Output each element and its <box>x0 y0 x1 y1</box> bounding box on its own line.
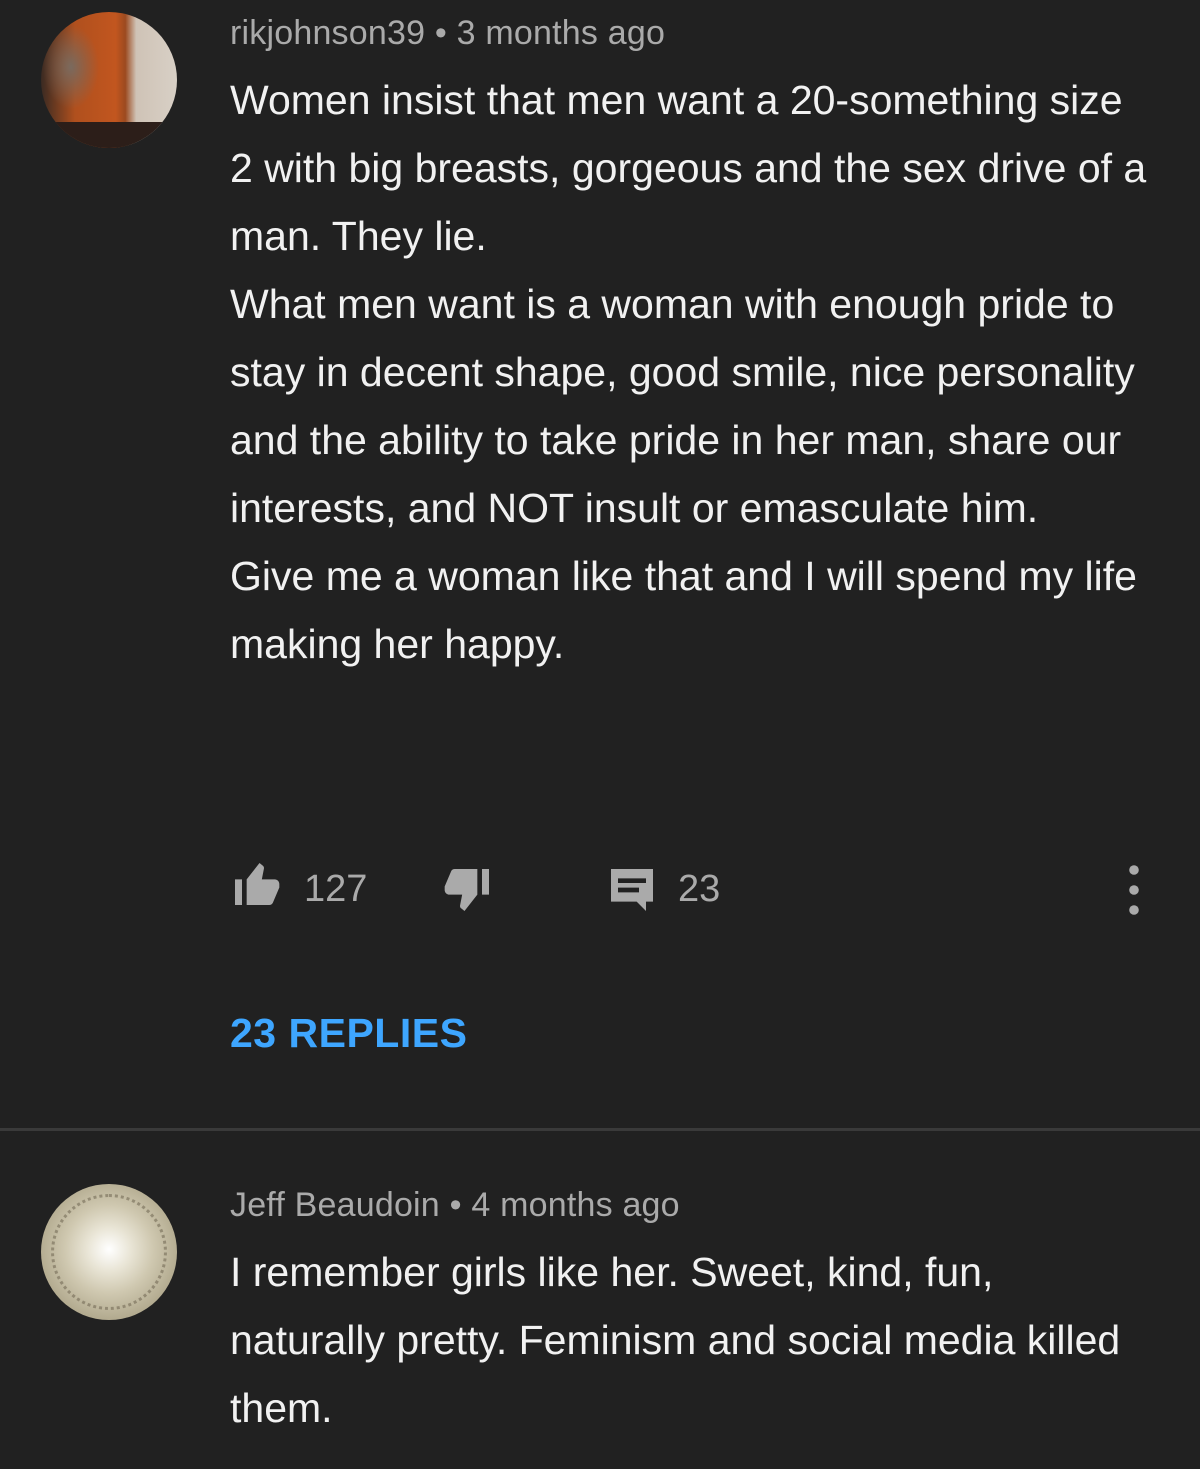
reply-count: 23 <box>678 868 721 910</box>
comment-time[interactable]: 4 months ago <box>471 1186 679 1224</box>
comment-divider <box>0 1128 1200 1131</box>
comment-icon[interactable] <box>604 862 660 918</box>
like-count: 127 <box>304 868 368 910</box>
comment-paragraph: Give me a woman like that and I will spe… <box>230 553 1137 667</box>
comment-time[interactable]: 3 months ago <box>457 14 665 52</box>
comment-paragraph: Women insist that men want a 20-somethin… <box>230 77 1147 259</box>
view-replies-button[interactable]: 23 REPLIES <box>230 1010 467 1057</box>
comment-text: I remember girls like her. Sweet, kind, … <box>230 1238 1150 1442</box>
thumb-down-icon[interactable] <box>440 862 496 918</box>
comment-paragraph: I remember girls like her. Sweet, kind, … <box>230 1249 1121 1431</box>
thumb-up-icon[interactable] <box>228 856 284 912</box>
meta-separator: • <box>449 1186 462 1224</box>
comment-actions: 127 23 <box>0 848 1200 932</box>
comment-meta: rikjohnson39 • 3 months ago <box>230 14 665 53</box>
author-name[interactable]: rikjohnson39 <box>230 14 425 52</box>
avatar[interactable] <box>41 12 177 148</box>
author-name[interactable]: Jeff Beaudoin <box>230 1186 440 1224</box>
comment-meta: Jeff Beaudoin • 4 months ago <box>230 1186 680 1225</box>
comment-paragraph: What men want is a woman with enough pri… <box>230 281 1135 531</box>
avatar[interactable] <box>41 1184 177 1320</box>
more-vertical-icon[interactable] <box>1114 862 1154 918</box>
meta-separator: • <box>434 14 447 52</box>
comment-text: Women insist that men want a 20-somethin… <box>230 66 1150 678</box>
